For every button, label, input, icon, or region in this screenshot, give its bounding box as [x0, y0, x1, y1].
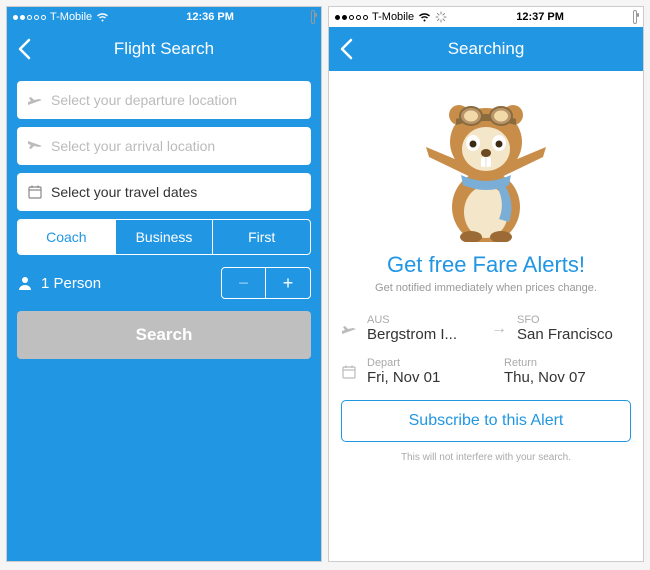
- screen-flight-search: T-Mobile 12:36 PM Flight Search Select y…: [6, 6, 322, 562]
- person-icon: [17, 275, 33, 291]
- route-row: AUS Bergstrom I... → SFO San Francisco: [341, 314, 631, 343]
- fare-alerts-sub: Get notified immediately when prices cha…: [341, 282, 631, 294]
- carrier-label: T-Mobile: [372, 11, 414, 23]
- persons-label: 1 Person: [41, 275, 101, 292]
- depart-value: Fri, Nov 01: [367, 369, 494, 386]
- dates-field[interactable]: Select your travel dates: [17, 173, 311, 211]
- persons-minus-button[interactable]: −: [222, 268, 266, 298]
- battery-icon: [311, 11, 315, 23]
- plane-depart-icon: [27, 92, 43, 108]
- return-label: Return: [504, 357, 631, 369]
- calendar-icon: [341, 365, 357, 379]
- nav-title: Flight Search: [114, 39, 214, 59]
- status-bar: T-Mobile 12:37 PM: [329, 7, 643, 27]
- arrival-field[interactable]: Select your arrival location: [17, 127, 311, 165]
- clock-label: 12:37 PM: [516, 11, 564, 23]
- return-value: Thu, Nov 07: [504, 369, 631, 386]
- wifi-icon: [418, 12, 431, 22]
- persons-plus-button[interactable]: +: [266, 268, 310, 298]
- back-button[interactable]: [339, 38, 353, 60]
- cabin-option-coach[interactable]: Coach: [18, 220, 116, 254]
- status-bar: T-Mobile 12:36 PM: [7, 7, 321, 27]
- clock-label: 12:36 PM: [186, 11, 234, 23]
- persons-row: 1 Person − +: [17, 267, 311, 299]
- origin-name: Bergstrom I...: [367, 326, 481, 343]
- battery-icon: [633, 11, 637, 23]
- nav-title: Searching: [448, 39, 525, 59]
- arrow-right-icon: →: [491, 320, 507, 338]
- mascot-illustration: [341, 81, 631, 252]
- plane-arrive-icon: [27, 138, 43, 154]
- wifi-icon: [96, 12, 109, 22]
- dates-row: Depart Fri, Nov 01 Return Thu, Nov 07: [341, 357, 631, 386]
- cabin-option-first[interactable]: First: [213, 220, 310, 254]
- depart-label: Depart: [367, 357, 494, 369]
- departure-field[interactable]: Select your departure location: [17, 81, 311, 119]
- search-button[interactable]: Search: [17, 311, 311, 359]
- fare-alerts-headline: Get free Fare Alerts!: [341, 252, 631, 278]
- calendar-icon: [27, 185, 43, 199]
- plane-icon: [341, 321, 357, 337]
- subscribe-button[interactable]: Subscribe to this Alert: [341, 400, 631, 442]
- dest-name: San Francisco: [517, 326, 631, 343]
- cabin-option-business[interactable]: Business: [116, 220, 214, 254]
- back-button[interactable]: [17, 38, 31, 60]
- signal-dots-icon: [13, 15, 46, 20]
- cabin-segmented: Coach Business First: [17, 219, 311, 255]
- nav-bar: Flight Search: [7, 27, 321, 71]
- dates-placeholder: Select your travel dates: [51, 184, 197, 200]
- persons-stepper: − +: [221, 267, 311, 299]
- departure-placeholder: Select your departure location: [51, 92, 237, 108]
- origin-code: AUS: [367, 314, 481, 326]
- signal-dots-icon: [335, 15, 368, 20]
- footnote: This will not interfere with your search…: [341, 452, 631, 463]
- nav-bar: Searching: [329, 27, 643, 71]
- loading-icon: [435, 11, 447, 23]
- carrier-label: T-Mobile: [50, 11, 92, 23]
- arrival-placeholder: Select your arrival location: [51, 138, 215, 154]
- dest-code: SFO: [517, 314, 631, 326]
- screen-searching: T-Mobile 12:37 PM Searching: [328, 6, 644, 562]
